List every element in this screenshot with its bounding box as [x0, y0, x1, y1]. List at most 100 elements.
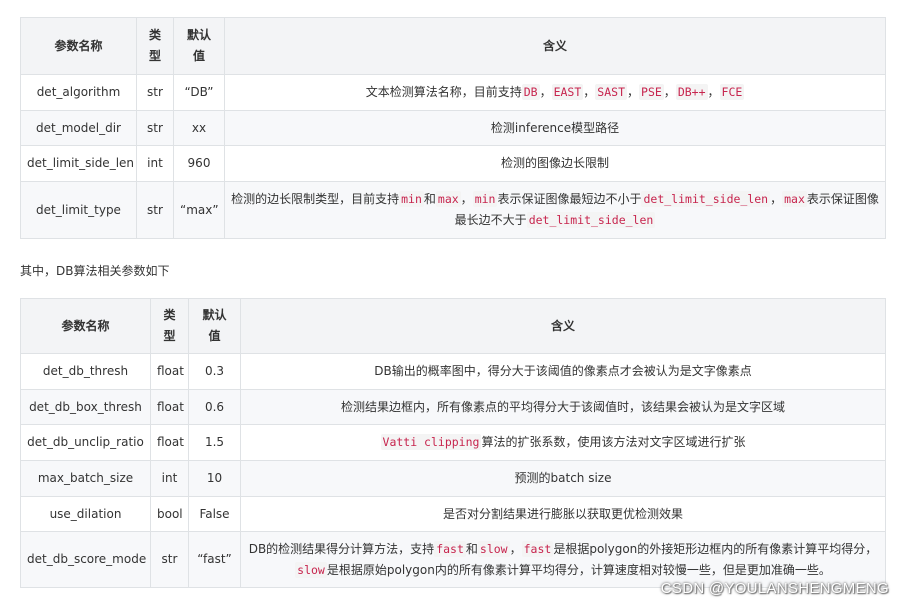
inline-code: fast [434, 540, 466, 557]
param-name: max_batch_size [20, 460, 151, 497]
header-type: 类型 [150, 298, 189, 354]
param-default: 0.6 [188, 389, 241, 425]
param-default: “max” [173, 181, 225, 239]
detection-params-table: 参数名称 类型 默认值 含义 det_algorithm str “DB” 文本… [20, 17, 886, 239]
param-default: 0.3 [188, 353, 241, 390]
param-type: float [150, 389, 189, 425]
param-meaning: 检测的图像边长限制 [224, 145, 886, 182]
table-header-row: 参数名称 类型 默认值 含义 [20, 17, 886, 75]
param-meaning: 文本检测算法名称，目前支持 DB， EAST， SAST， PSE， DB++， FCE [224, 74, 886, 111]
header-default: 默认值 [188, 298, 241, 354]
inline-code: slow [477, 540, 510, 557]
param-meaning: 检测inference模型路径 [224, 110, 886, 146]
inline-code: fast [521, 540, 554, 557]
text-segment: 检测的图像边长限制 [500, 156, 609, 170]
param-meaning: Vatti clipping 算法的扩张系数，使用该方法对文字区域进行扩张 [240, 424, 886, 461]
text-segment: ， [583, 85, 596, 99]
section-intro-text: 其中，DB算法相关参数如下 [20, 264, 170, 278]
param-default: xx [173, 110, 225, 146]
inline-code: FCE [719, 84, 745, 100]
inline-code: min [472, 191, 498, 207]
param-meaning: 是否对分割结果进行膨胀以获取更优检测效果 [240, 496, 886, 532]
table-row: det_db_unclip_ratio float 1.5 Vatti clip… [20, 424, 886, 461]
inline-code: EAST [551, 84, 584, 100]
text-segment: ， [460, 192, 473, 206]
inline-code: slow [295, 561, 327, 578]
text-segment: 检测的边长限制类型，目前支持 [231, 192, 400, 206]
param-meaning: 预测的batch size [240, 460, 886, 497]
param-type: str [136, 110, 174, 146]
header-meaning: 含义 [224, 17, 886, 75]
text-segment: 是否对分割结果进行膨胀以获取更优检测效果 [442, 506, 683, 521]
param-name: det_model_dir [20, 110, 137, 146]
inline-code: max [782, 191, 807, 207]
header-param-name: 参数名称 [20, 298, 151, 354]
param-type: float [150, 424, 189, 461]
table-row: det_limit_type str “max” 检测的边长限制类型，目前支持 m… [20, 181, 886, 239]
param-default: 960 [173, 145, 225, 182]
db-params-table: 参数名称 类型 默认值 含义 det_db_thresh float 0.3 D… [20, 298, 886, 588]
inline-code: max [435, 191, 461, 207]
param-name: det_algorithm [20, 74, 137, 111]
param-type: bool [150, 496, 189, 532]
table-row: det_db_box_thresh float 0.6 检测结果边框内，所有像素… [20, 389, 886, 425]
text-segment: ， [509, 541, 522, 556]
param-name: det_db_thresh [20, 353, 151, 390]
param-name: det_db_box_thresh [20, 389, 151, 425]
param-type: str [150, 531, 189, 588]
text-segment: 检测结果边框内，所有像素点的平均得分大于该阈值时，该结果会被认为是文字区域 [340, 399, 785, 414]
table-row: det_algorithm str “DB” 文本检测算法名称，目前支持 DB， E… [20, 74, 886, 111]
param-type: int [136, 145, 174, 182]
param-meaning: 检测结果边框内，所有像素点的平均得分大于该阈值时，该结果会被认为是文字区域 [240, 389, 886, 425]
inline-code: det_limit_side_len [641, 191, 771, 207]
param-meaning: 检测的边长限制类型，目前支持 min 和 max， min 表示保证图像最短边不小于 det… [224, 181, 886, 239]
header-meaning: 含义 [240, 298, 886, 354]
param-meaning: DB输出的概率图中，得分大于该阈值的像素点才会被认为是文字像素点 [240, 353, 886, 390]
inline-code: DB [521, 84, 540, 100]
header-default: 默认值 [173, 17, 225, 75]
table-row: det_model_dir str xx 检测inference模型路径 [20, 110, 886, 146]
text-segment: 预测的batch size [514, 471, 612, 485]
param-type: str [136, 74, 174, 111]
inline-code: min [399, 191, 424, 207]
text-segment: 是根据polygon的外接矩形边框内的所有像素计算平均得分， [553, 541, 878, 556]
param-type: float [150, 353, 189, 390]
inline-code: Vatti clipping [380, 434, 482, 450]
inline-code: SAST [595, 84, 627, 100]
param-name: det_limit_type [20, 181, 137, 239]
text-segment: 算法的扩张系数，使用该方法对文字区域进行扩张 [481, 435, 746, 449]
table-row: max_batch_size int 10 预测的batch size [20, 460, 886, 497]
csdn-watermark: CSDN @YOULANSHENGMENG [660, 580, 889, 597]
text-segment: ， [663, 85, 676, 99]
table-header-row: 参数名称 类型 默认值 含义 [20, 298, 886, 354]
param-default: 1.5 [188, 424, 241, 461]
text-segment: DB的检测结果得分计算方法，支持 [248, 541, 435, 556]
table-row: det_limit_side_len int 960 检测的图像边长限制 [20, 145, 886, 182]
text-segment: 和 [465, 541, 478, 556]
param-name: det_db_unclip_ratio [20, 424, 151, 461]
param-name: det_limit_side_len [20, 145, 137, 182]
inline-code: PSE [639, 84, 664, 100]
text-segment: ， [627, 85, 640, 99]
header-type: 类型 [136, 17, 174, 75]
param-default: 10 [188, 460, 241, 497]
table-row: use_dilation bool False 是否对分割结果进行膨胀以获取更优… [20, 496, 886, 532]
inline-code: det_limit_side_len [526, 212, 656, 228]
header-param-name: 参数名称 [20, 17, 137, 75]
inline-code: DB++ [675, 84, 708, 100]
text-segment: ， [707, 85, 720, 99]
param-default: “DB” [173, 74, 225, 111]
param-type: int [150, 460, 189, 497]
text-segment: ， [539, 85, 552, 99]
text-segment: 和 [423, 192, 436, 206]
param-type: str [136, 181, 174, 239]
text-segment: ， [770, 192, 783, 206]
table-row: det_db_thresh float 0.3 DB输出的概率图中，得分大于该阈… [20, 353, 886, 390]
param-name: det_db_score_mode [20, 531, 151, 588]
text-segment: 检测inference模型路径 [490, 120, 620, 135]
text-segment: DB输出的概率图中，得分大于该阈值的像素点才会被认为是文字像素点 [374, 364, 752, 378]
text-segment: 文本检测算法名称，目前支持 [365, 85, 522, 99]
param-default: “fast” [188, 531, 241, 588]
text-segment: 是根据原始polygon内的所有像素计算平均得分，计算速度相对较慢一些，但是更加… [326, 562, 831, 577]
param-name: use_dilation [20, 496, 151, 532]
